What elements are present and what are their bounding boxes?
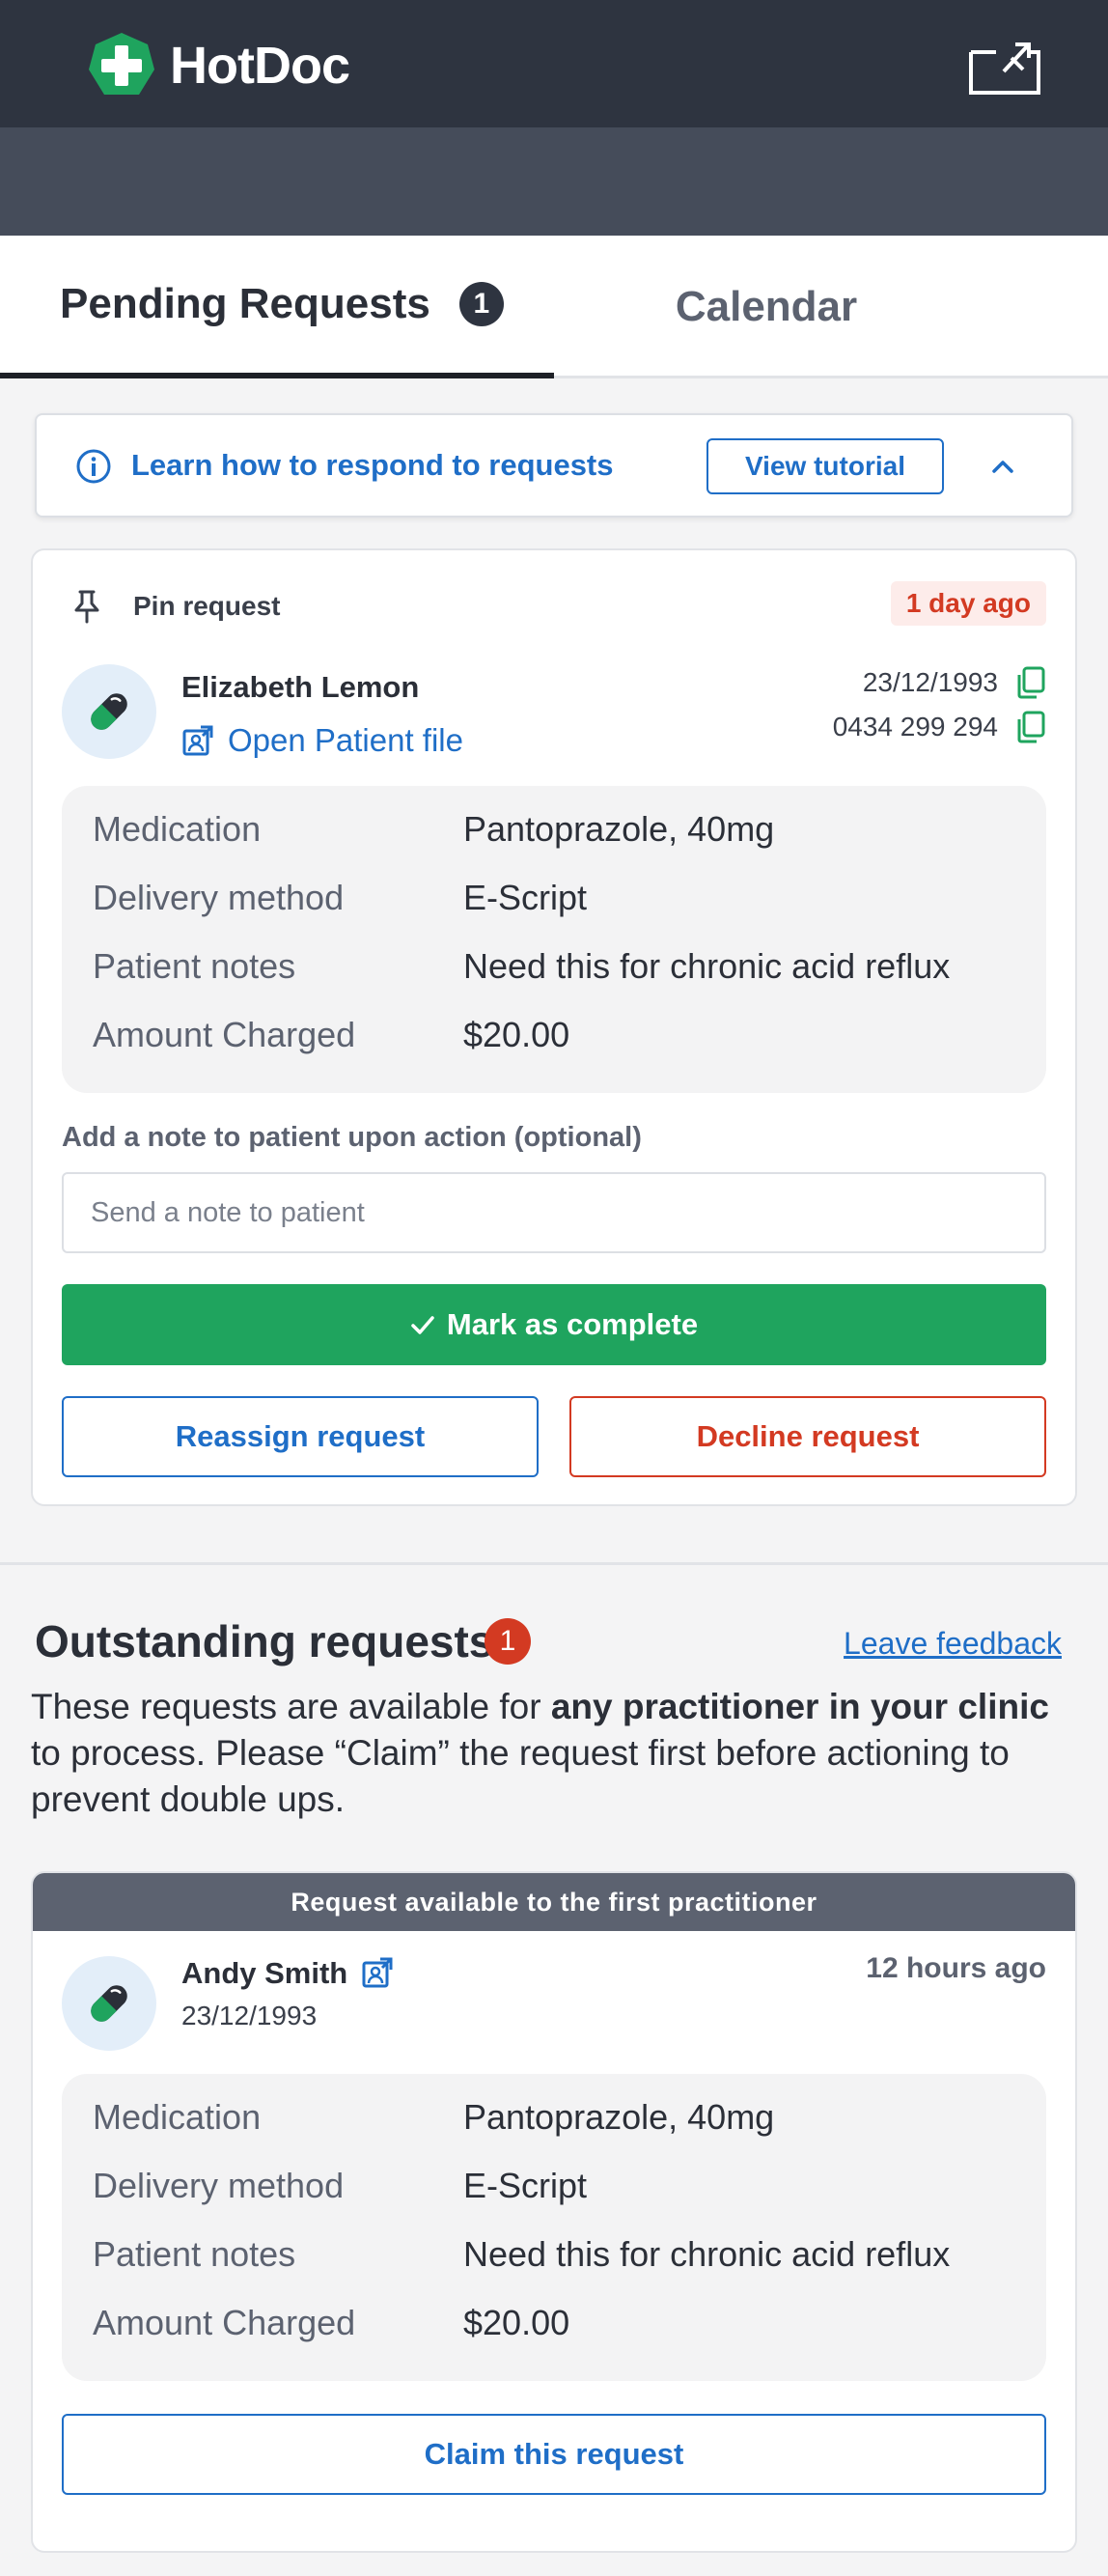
desc-part1: These requests are available for: [31, 1687, 551, 1726]
detail-label: Amount Charged: [93, 1015, 356, 1054]
leave-feedback-link[interactable]: Leave feedback: [844, 1624, 1062, 1663]
app-header: HotDoc: [0, 0, 1108, 127]
patient-avatar: [62, 1956, 156, 2051]
tab-bar: Pending Requests 1 Calendar: [0, 236, 1108, 378]
decline-request-button[interactable]: Decline request: [569, 1396, 1046, 1477]
detail-value: Pantoprazole, 40mg: [463, 809, 775, 849]
patient-name: Elizabeth Lemon: [181, 670, 420, 704]
brand-name: HotDoc: [170, 37, 350, 95]
tab-pending-requests[interactable]: Pending Requests 1: [0, 236, 554, 378]
open-external-icon[interactable]: [967, 39, 1042, 97]
mark-complete-label: Mark as complete: [446, 1307, 699, 1341]
reassign-request-button[interactable]: Reassign request: [62, 1396, 539, 1477]
pin-request-label[interactable]: Pin request: [133, 587, 280, 626]
pending-count-badge: 1: [458, 282, 504, 326]
detail-label: Delivery method: [93, 878, 345, 917]
pill-icon: [91, 1985, 127, 2022]
patient-dob: 23/12/1993: [863, 666, 1046, 699]
copy-dob-icon[interactable]: [1015, 666, 1046, 699]
request-details: Medication Pantoprazole, 40mg Delivery m…: [62, 786, 1046, 1093]
tab-calendar-label: Calendar: [675, 283, 858, 330]
checkmark-icon: [411, 1316, 434, 1334]
detail-label: Amount Charged: [93, 2303, 356, 2342]
availability-banner: Request available to the first practitio…: [33, 1873, 1075, 1931]
tab-pending-label: Pending Requests: [60, 280, 430, 327]
patient-file-icon[interactable]: [361, 1956, 394, 1989]
open-file-label: Open Patient file: [228, 722, 463, 758]
phone-value: 0434 299 294: [832, 712, 998, 742]
header-subbar: [0, 127, 1108, 236]
mark-complete-button[interactable]: Mark as complete: [62, 1284, 1046, 1365]
outstanding-request-card: Request available to the first practitio…: [31, 1871, 1077, 2553]
note-label: Add a note to patient upon action (optio…: [62, 1122, 642, 1153]
request-details: Medication Pantoprazole, 40mg Delivery m…: [62, 2074, 1046, 2381]
open-patient-file-link[interactable]: Open Patient file: [181, 718, 463, 763]
desc-part2: to process. Please “Claim” the request f…: [31, 1733, 1010, 1819]
patient-note-input[interactable]: [62, 1172, 1046, 1253]
detail-label: Medication: [93, 2097, 262, 2137]
detail-label: Delivery method: [93, 2166, 345, 2205]
patient-phone: 0434 299 294: [833, 711, 1046, 743]
copy-phone-icon[interactable]: [1015, 711, 1046, 743]
detail-label: Patient notes: [93, 2234, 296, 2274]
claim-request-button[interactable]: Claim this request: [62, 2414, 1046, 2495]
detail-label: Medication: [93, 809, 262, 849]
request-age: 12 hours ago: [866, 1952, 1046, 1984]
hotdoc-logo[interactable]: HotDoc: [87, 31, 350, 100]
patient-avatar: [62, 664, 156, 759]
tab-calendar[interactable]: Calendar: [554, 236, 979, 378]
request-age-badge: 1 day ago: [890, 581, 1046, 626]
patient-file-icon: [182, 725, 213, 756]
view-tutorial-button[interactable]: View tutorial: [706, 438, 944, 494]
patient-dob: 23/12/1993: [181, 2001, 318, 2030]
tutorial-banner: Learn how to respond to requests View tu…: [35, 413, 1073, 518]
outstanding-description: These requests are available for any pra…: [31, 1684, 1083, 1823]
hotdoc-cross-icon: [89, 33, 154, 95]
outstanding-title: Outstanding requests: [35, 1616, 494, 1666]
detail-value: Need this for chronic acid reflux: [463, 2234, 951, 2274]
outstanding-count-badge: 1: [485, 1618, 531, 1665]
detail-value: Need this for chronic acid reflux: [463, 946, 951, 986]
desc-bold: any practitioner in your clinic: [550, 1687, 1049, 1726]
detail-value: E-Script: [463, 2166, 588, 2205]
pending-request-card: Pin request 1 day ago Elizabeth Lemon Op…: [31, 548, 1077, 1506]
pill-icon: [91, 693, 127, 730]
info-icon: [76, 449, 111, 484]
detail-value: E-Script: [463, 878, 588, 917]
detail-value: Pantoprazole, 40mg: [463, 2097, 775, 2137]
pin-icon[interactable]: [71, 589, 102, 624]
chevron-up-icon[interactable]: [986, 450, 1019, 483]
dob-value: 23/12/1993: [862, 667, 998, 697]
detail-value: $20.00: [463, 2303, 570, 2342]
detail-value: $20.00: [463, 1015, 570, 1054]
tutorial-link[interactable]: Learn how to respond to requests: [131, 442, 614, 489]
patient-name: Andy Smith: [181, 1956, 348, 1990]
section-divider: [0, 1562, 1108, 1565]
detail-label: Patient notes: [93, 946, 296, 986]
